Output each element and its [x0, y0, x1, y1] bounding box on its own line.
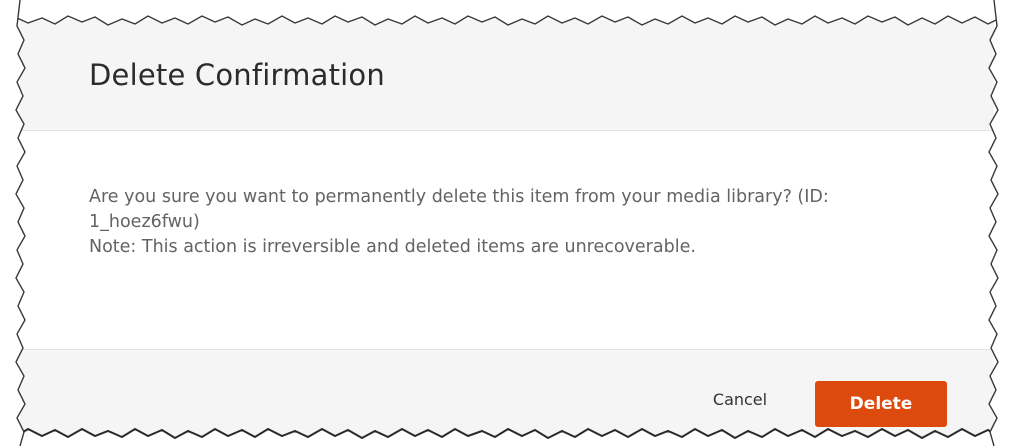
dialog-message: Are you sure you want to permanently del…: [89, 185, 889, 260]
screenshot-frame: Delete Confirmation Are you sure you wan…: [0, 0, 1014, 446]
dialog-body: Are you sure you want to permanently del…: [20, 131, 994, 349]
dialog-footer: Cancel Delete: [20, 349, 994, 436]
cancel-button[interactable]: Cancel: [690, 382, 790, 416]
dialog-header: Delete Confirmation: [20, 20, 994, 131]
irreversible-note: Note: This action is irreversible and de…: [89, 237, 696, 257]
dialog-title: Delete Confirmation: [89, 58, 385, 92]
confirmation-message: Are you sure you want to permanently del…: [89, 187, 829, 232]
delete-confirmation-dialog: Delete Confirmation Are you sure you wan…: [20, 20, 994, 436]
delete-button[interactable]: Delete: [815, 381, 947, 427]
